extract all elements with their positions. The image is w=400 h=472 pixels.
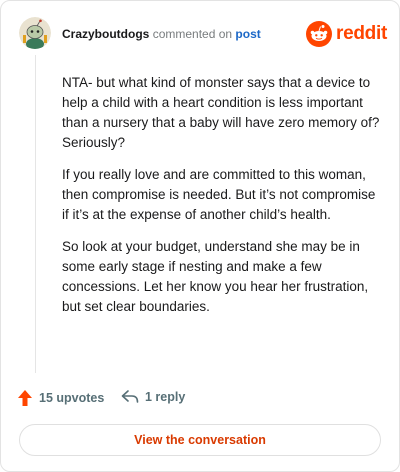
comment-paragraph: If you really love and are committed to … [62,167,376,222]
view-conversation-label: View the conversation [134,433,266,447]
upvote-button[interactable]: 15 upvotes [17,389,104,407]
thread-line [35,55,36,373]
reply-button[interactable]: 1 reply [121,389,185,405]
view-conversation-button[interactable]: View the conversation [19,424,381,456]
replies-count: 1 reply [145,390,186,404]
reddit-snoo-icon [306,21,333,47]
comment-card: Crazyboutdogs commented on post reddit N… [0,0,400,472]
reddit-logo[interactable]: reddit [306,19,387,49]
upvote-arrow-icon [18,390,32,406]
comment-paragraph: NTA- but what kind of monster says that … [62,75,380,150]
upvotes-count: 15 upvotes [39,391,105,405]
comment-actions: 15 upvotes 1 reply [17,389,377,411]
reddit-wordmark: reddit [336,23,387,44]
comment-header: Crazyboutdogs commented on post reddit [19,17,389,53]
author-name[interactable]: Crazyboutdogs [62,27,149,41]
author-line: Crazyboutdogs commented on post [62,27,261,41]
comment-body: NTA- but what kind of monster says that … [62,73,382,329]
comment-paragraph: So look at your budget, understand she m… [62,239,369,314]
snoo-avatar-icon [19,17,51,49]
avatar[interactable] [19,17,51,49]
reply-arrow-icon [121,390,139,403]
post-link[interactable]: post [235,27,260,41]
action-text: commented on [152,27,233,41]
